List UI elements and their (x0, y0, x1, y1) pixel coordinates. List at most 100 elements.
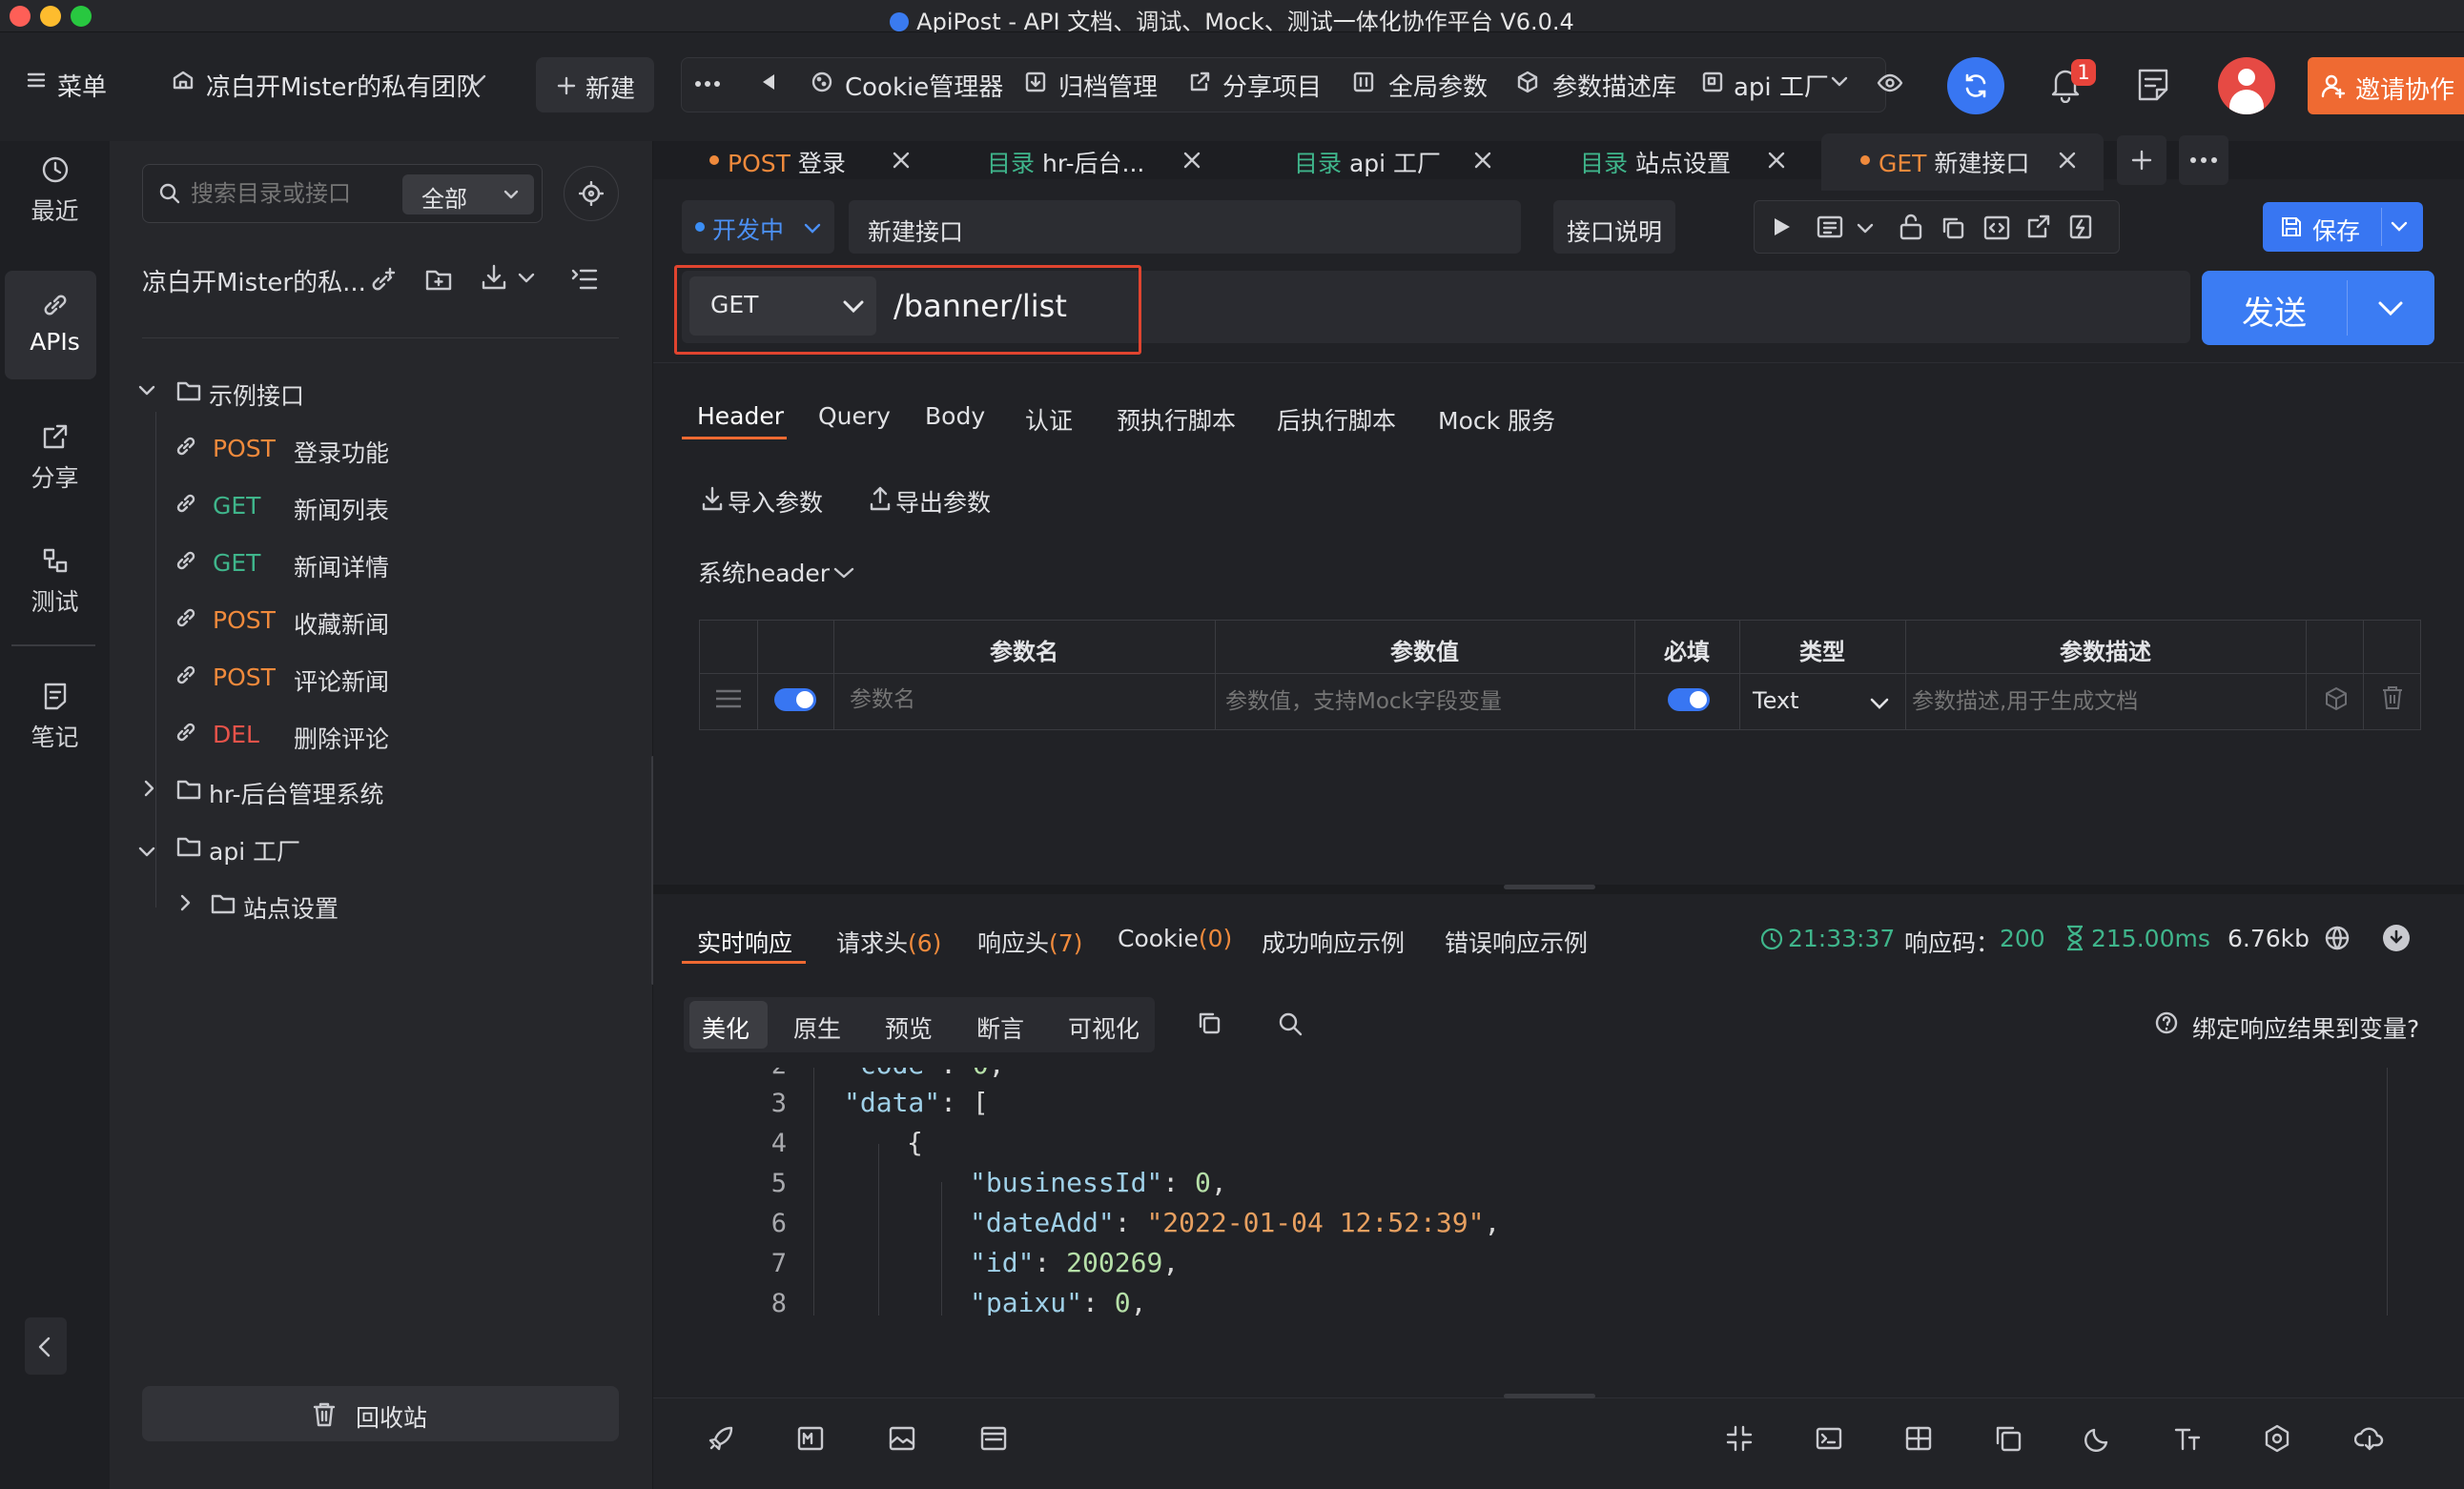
param-tab-query[interactable]: Query (818, 402, 891, 430)
required-toggle[interactable] (1668, 688, 1710, 711)
moon-icon[interactable] (2084, 1424, 2112, 1453)
drag-handle-icon[interactable] (714, 688, 743, 709)
export-icon[interactable] (2026, 214, 2051, 240)
avatar[interactable] (2218, 57, 2275, 114)
trash-icon[interactable] (2381, 684, 2404, 711)
eye-icon[interactable] (1877, 72, 1903, 93)
document-icon[interactable] (1817, 215, 1843, 238)
tab-site-settings[interactable]: 目录 站点设置 (1580, 145, 1731, 179)
tree-folder-site-settings[interactable]: 站点设置 (243, 890, 339, 925)
menu-label[interactable]: 菜单 (57, 68, 107, 103)
settings-icon[interactable] (2263, 1424, 2291, 1453)
new-button[interactable]: 新建 (536, 57, 654, 112)
bind-response-to-variable[interactable]: 绑定响应结果到变量? (2192, 1010, 2419, 1045)
view-tab-preview[interactable]: 预览 (885, 1010, 933, 1045)
view-tab-pretty[interactable]: 美化 (702, 1010, 749, 1045)
collapse-left-icon[interactable] (761, 72, 776, 92)
rail-item-recent[interactable]: 最近 (0, 154, 110, 227)
close-icon[interactable] (892, 151, 911, 170)
team-selector[interactable]: 凉白开Mister的私有团队 (206, 68, 481, 103)
response-code-viewer[interactable]: 2 3 4 5 6 7 8 9 "code": 0, "data": [ { "… (682, 1068, 2408, 1316)
tree-item-favorite-news[interactable]: 收藏新闻 (294, 606, 389, 641)
chevron-down-icon[interactable] (1831, 76, 1848, 88)
menu-button[interactable] (27, 71, 46, 90)
globe-icon[interactable] (2324, 925, 2351, 951)
close-icon[interactable] (1182, 151, 1201, 170)
tree-item-news-detail[interactable]: 新闻详情 (294, 549, 389, 583)
param-tab-auth[interactable]: 认证 (1025, 402, 1073, 437)
collapse-sidebar-button[interactable] (25, 1317, 67, 1375)
param-tab-body[interactable]: Body (925, 402, 985, 430)
terminal-icon[interactable] (1815, 1424, 1843, 1453)
rail-item-test[interactable]: 测试 (0, 545, 110, 618)
param-value-input[interactable] (1225, 683, 1626, 721)
tree-item-comment-news[interactable]: 评论新闻 (294, 663, 389, 698)
view-tab-assert[interactable]: 断言 (976, 1010, 1024, 1045)
sync-button[interactable] (1947, 57, 2004, 114)
compress-icon[interactable] (1725, 1424, 1754, 1453)
chevron-down-icon[interactable] (138, 385, 155, 397)
unlock-icon[interactable] (1899, 214, 1923, 240)
tab-new-api[interactable]: GET 新建接口 (1879, 145, 2029, 179)
copy-icon[interactable] (1197, 1010, 1222, 1035)
response-tab-cookie[interactable]: Cookie(0) (1118, 925, 1232, 952)
response-tab-response-headers[interactable]: 响应头(7) (977, 925, 1082, 959)
cloud-download-icon[interactable] (2354, 1424, 2385, 1453)
chevron-down-icon[interactable] (1857, 223, 1874, 235)
tab-login[interactable]: POST 登录 (728, 145, 846, 179)
run-icon[interactable] (1771, 215, 1792, 238)
status-select[interactable]: 开发中 (682, 200, 834, 254)
locate-button[interactable] (564, 166, 619, 221)
import-params-button[interactable]: 导入参数 (728, 484, 823, 519)
copy-icon[interactable] (1940, 215, 1965, 240)
search-input[interactable] (191, 176, 381, 211)
project-name[interactable]: 凉白开Mister的私... (142, 263, 366, 298)
api-description-button[interactable]: 接口说明 (1553, 200, 1675, 254)
param-name-input[interactable] (850, 681, 1202, 719)
more-icon[interactable] (694, 74, 721, 93)
param-tab-header[interactable]: Header (697, 402, 784, 430)
tree-item-delete-comment[interactable]: 删除评论 (294, 721, 389, 755)
param-tab-pre-script[interactable]: 预执行脚本 (1117, 402, 1236, 437)
tree-item-news-list[interactable]: 新闻列表 (294, 492, 389, 526)
add-tab-button[interactable] (2117, 135, 2166, 185)
invite-button[interactable]: 邀请协作 (2308, 57, 2464, 114)
chevron-down-icon[interactable] (2391, 221, 2408, 233)
response-tab-live[interactable]: 实时响应 (697, 925, 792, 959)
global-params-button[interactable]: 全局参数 (1388, 68, 1488, 103)
import-icon[interactable] (480, 263, 508, 292)
collapse-tree-icon[interactable] (571, 267, 598, 292)
cube-icon[interactable] (2324, 686, 2349, 711)
rail-item-share[interactable]: 分享 (0, 421, 110, 494)
image-icon[interactable] (888, 1424, 916, 1453)
font-size-icon[interactable] (2173, 1424, 2202, 1453)
chevron-down-icon[interactable] (138, 846, 155, 858)
tab-api-factory[interactable]: 目录 api 工厂 (1294, 145, 1441, 179)
chevron-down-icon[interactable] (832, 566, 855, 580)
chevron-down-icon[interactable] (465, 74, 486, 88)
rail-item-notes[interactable]: 笔记 (0, 681, 110, 753)
rocket-icon[interactable] (707, 1424, 735, 1453)
close-icon[interactable] (1473, 151, 1492, 170)
param-tab-mock[interactable]: Mock 服务 (1438, 402, 1555, 437)
close-icon[interactable] (1767, 151, 1786, 170)
search-icon[interactable] (1277, 1010, 1304, 1037)
notes-icon[interactable] (2136, 67, 2170, 103)
response-tab-success-example[interactable]: 成功响应示例 (1262, 925, 1405, 959)
recycle-bin-button[interactable]: 回收站 (142, 1386, 619, 1441)
api-name-input[interactable]: 新建接口 (849, 200, 1521, 254)
chevron-right-icon[interactable] (144, 780, 155, 797)
view-tab-raw[interactable]: 原生 (793, 1010, 841, 1045)
search-filter-select[interactable]: 全部 (402, 174, 534, 214)
tab-more-button[interactable] (2179, 135, 2228, 185)
cookie-manager-button[interactable]: Cookie管理器 (845, 68, 1003, 103)
row-enabled-toggle[interactable] (774, 688, 816, 711)
download-icon[interactable] (2383, 925, 2410, 951)
export-params-button[interactable]: 导出参数 (895, 484, 991, 519)
response-tab-error-example[interactable]: 错误响应示例 (1445, 925, 1588, 959)
add-folder-icon[interactable] (424, 265, 453, 294)
view-tab-visualize[interactable]: 可视化 (1068, 1010, 1140, 1045)
copy-icon[interactable] (1994, 1424, 2023, 1453)
markdown-icon[interactable] (796, 1424, 825, 1453)
send-button[interactable]: 发送 (2202, 271, 2434, 345)
